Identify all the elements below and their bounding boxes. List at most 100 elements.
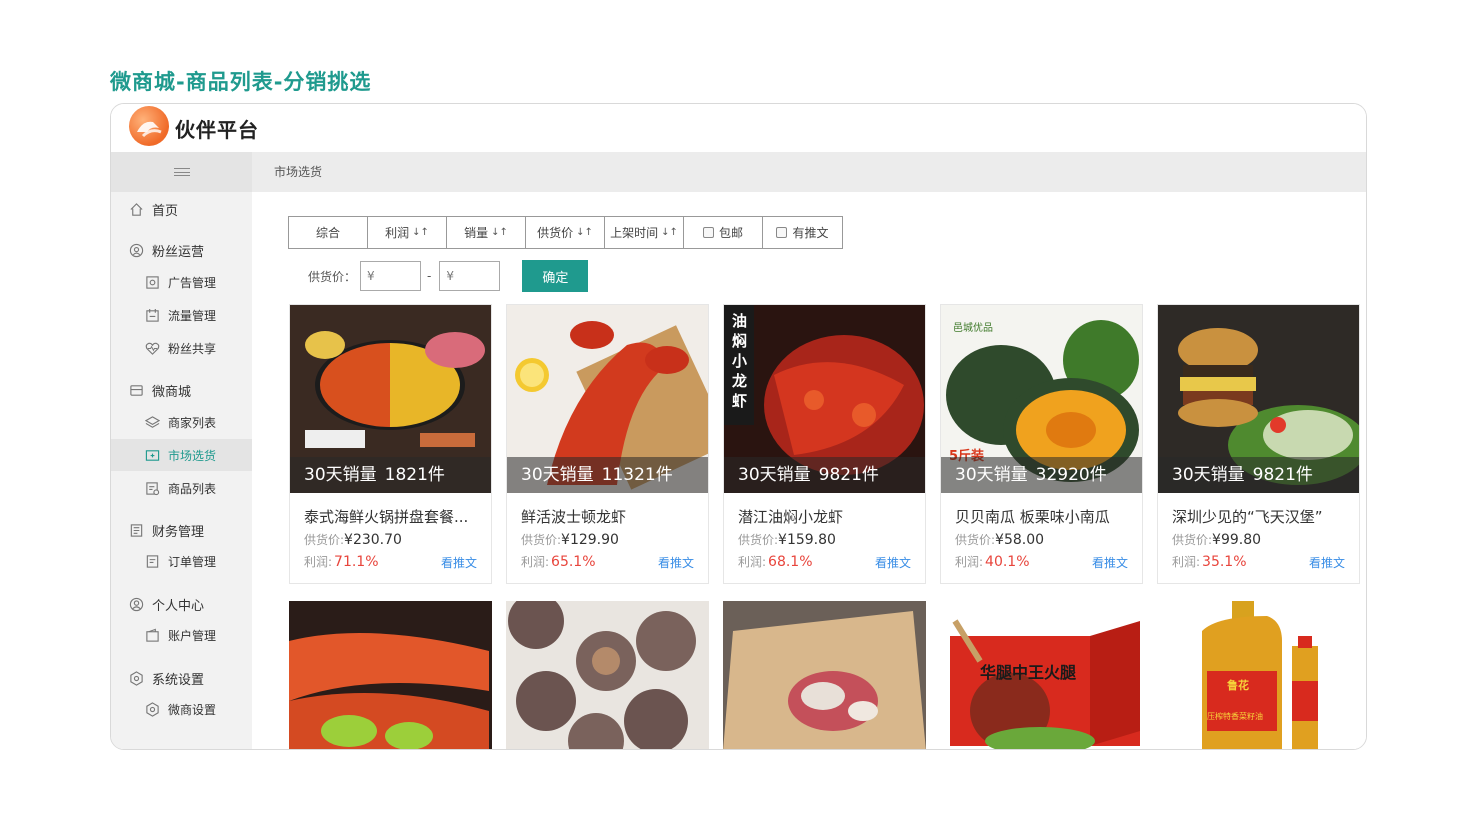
product-card[interactable]: 油焖小龙虾 30天销量 9821件 潜江油焖小龙虾 供货价:¥159.80 利润:… bbox=[723, 304, 926, 584]
sidebar-item-label: 流量管理 bbox=[168, 308, 217, 323]
sidebar-item-shop-settings[interactable]: 微商设置 bbox=[111, 693, 252, 725]
sort-arrows-icon: ↓↑ bbox=[491, 227, 508, 238]
sort-profit-button[interactable]: 利润 ↓↑ bbox=[368, 217, 447, 248]
product-name: 潜江油焖小龙虾 bbox=[738, 508, 844, 526]
sidebar-item-traffic[interactable]: 流量管理 bbox=[111, 299, 252, 331]
sales-value: 9821件 bbox=[818, 465, 879, 485]
sort-time-button[interactable]: 上架时间 ↓↑ bbox=[605, 217, 684, 248]
product-card[interactable]: 30天销量 1821件 泰式海鲜火锅拼盘套餐... 供货价:¥230.70 利润:… bbox=[289, 304, 492, 584]
sidebar: 首页 粉丝运营 广告管理 流量管理 粉丝共享 微商城 商家列表 市场选货 商品列… bbox=[111, 152, 252, 749]
price-value: ¥159.80 bbox=[778, 532, 836, 548]
product-name: 泰式海鲜火锅拼盘套餐... bbox=[304, 508, 469, 526]
layers-icon bbox=[145, 415, 160, 428]
sales-label: 30天销量 bbox=[1172, 465, 1245, 485]
checkbox-label: 有推文 bbox=[792, 226, 829, 240]
view-promo-link[interactable]: 看推文 bbox=[1092, 554, 1128, 571]
min-price-input[interactable]: ¥ bbox=[360, 261, 422, 291]
product-card[interactable] bbox=[506, 601, 709, 749]
image-brand-text: 邑城优品 bbox=[953, 323, 993, 334]
sales-label: 30天销量 bbox=[304, 465, 377, 485]
sidebar-item-goods[interactable]: 商品列表 bbox=[111, 472, 252, 504]
sidebar-item-settings[interactable]: 系统设置 bbox=[111, 662, 252, 694]
price-value: ¥129.90 bbox=[561, 532, 619, 548]
profit-value: 71.1% bbox=[334, 554, 379, 570]
sidebar-item-fans-share[interactable]: 粉丝共享 bbox=[111, 332, 252, 364]
profit-label: 利润: bbox=[521, 555, 550, 569]
profit-label: 利润: bbox=[955, 555, 984, 569]
sidebar-item-label: 商家列表 bbox=[168, 415, 217, 430]
view-promo-link[interactable]: 看推文 bbox=[441, 554, 477, 571]
product-card[interactable]: 30天销量 11321件 鲜活波士顿龙虾 供货价:¥129.90 利润: 65.1%… bbox=[506, 304, 709, 584]
sidebar-item-fans[interactable]: 粉丝运营 bbox=[111, 234, 252, 266]
product-image bbox=[289, 601, 492, 749]
profit-label: 利润: bbox=[738, 555, 767, 569]
main-content: 综合 利润 ↓↑ 销量 ↓↑ 供货价 ↓↑ 上架时间 ↓↑ 包邮 有推文 供货价： ¥ … bbox=[267, 192, 1366, 749]
sales-value: 32920件 bbox=[1035, 465, 1107, 485]
price-label: 供货价: bbox=[955, 533, 996, 547]
sidebar-item-finance[interactable]: 财务管理 bbox=[111, 514, 252, 546]
sidebar-item-home[interactable]: 首页 bbox=[111, 193, 252, 225]
sales-value: 11321件 bbox=[601, 465, 673, 485]
sidebar-item-label: 微商设置 bbox=[168, 702, 217, 717]
sidebar-item-market[interactable]: 市场选货 bbox=[111, 439, 252, 471]
view-promo-link[interactable]: 看推文 bbox=[658, 554, 694, 571]
sort-bar: 综合 利润 ↓↑ 销量 ↓↑ 供货价 ↓↑ 上架时间 ↓↑ 包邮 有推文 bbox=[288, 216, 843, 249]
free-shipping-checkbox[interactable]: 包邮 bbox=[684, 217, 763, 248]
brand-name: 伙伴平台 bbox=[175, 118, 259, 142]
product-card[interactable] bbox=[723, 601, 926, 749]
checkbox-icon bbox=[776, 227, 788, 238]
sidebar-item-label: 商品列表 bbox=[168, 481, 217, 496]
sort-sales-button[interactable]: 销量 ↓↑ bbox=[447, 217, 526, 248]
sort-arrows-icon: ↓↑ bbox=[412, 227, 429, 238]
top-bar: 伙伴平台 bbox=[111, 104, 1366, 152]
wallet-icon bbox=[146, 628, 159, 642]
sort-all-button[interactable]: 综合 bbox=[289, 217, 368, 248]
sidebar-item-merchants[interactable]: 商家列表 bbox=[111, 406, 252, 438]
product-name: 贝贝南瓜 板栗味小南瓜 bbox=[955, 508, 1110, 526]
sidebar-item-label: 个人中心 bbox=[152, 598, 205, 614]
sidebar-item-label: 订单管理 bbox=[168, 554, 217, 569]
profit-label: 利润: bbox=[304, 555, 333, 569]
image-oil-label: 压榨特香菜籽油 bbox=[1207, 712, 1263, 721]
price-value: ¥230.70 bbox=[344, 532, 402, 548]
sidebar-item-label: 首页 bbox=[152, 203, 179, 219]
view-promo-link[interactable]: 看推文 bbox=[1309, 554, 1345, 571]
sidebar-item-profile[interactable]: 个人中心 bbox=[111, 588, 252, 620]
sales-label: 30天销量 bbox=[738, 465, 811, 485]
sidebar-item-micro-shop[interactable]: 微商城 bbox=[111, 374, 252, 406]
max-price-input[interactable]: ¥ bbox=[439, 261, 501, 291]
confirm-button[interactable]: 确定 bbox=[522, 260, 589, 292]
product-card[interactable]: 华腿中王火腿 bbox=[940, 601, 1143, 749]
sidebar-item-label: 账户管理 bbox=[168, 628, 217, 643]
sort-label: 供货价 bbox=[537, 226, 574, 240]
price-label: 供货价: bbox=[304, 533, 345, 547]
product-card[interactable]: 鲁花 压榨特香菜籽油 bbox=[1157, 601, 1360, 749]
product-card[interactable] bbox=[289, 601, 492, 749]
product-image bbox=[506, 601, 709, 749]
sort-label: 综合 bbox=[315, 226, 340, 240]
product-card[interactable]: 邑城优品 5斤装 30天销量32920件 贝贝南瓜 板栗味小南瓜 供货价:¥58… bbox=[940, 304, 1143, 584]
sidebar-item-orders[interactable]: 订单管理 bbox=[111, 545, 252, 577]
sales-overlay: 30天销量 1821件 bbox=[290, 457, 491, 493]
ad-icon bbox=[146, 275, 159, 289]
sidebar-item-account[interactable]: 账户管理 bbox=[111, 619, 252, 651]
sidebar-item-ads[interactable]: 广告管理 bbox=[111, 266, 252, 298]
sort-price-button[interactable]: 供货价 ↓↑ bbox=[526, 217, 605, 248]
menu-toggle-button[interactable] bbox=[111, 152, 252, 192]
brand-logo-icon bbox=[129, 106, 169, 146]
profit-value: 68.1% bbox=[768, 554, 813, 570]
image-caption: 油焖小龙虾 bbox=[732, 312, 748, 410]
product-name: 深圳少见的“飞天汉堡” bbox=[1172, 508, 1323, 526]
checkbox-icon bbox=[702, 227, 714, 238]
product-name: 鲜活波士顿龙虾 bbox=[521, 508, 627, 526]
fans-icon bbox=[129, 243, 144, 257]
sales-overlay: 30天销量 9821件 bbox=[724, 457, 925, 493]
sales-label: 30天销量 bbox=[521, 465, 594, 485]
has-promo-checkbox[interactable]: 有推文 bbox=[763, 217, 842, 248]
view-promo-link[interactable]: 看推文 bbox=[875, 554, 911, 571]
product-card[interactable]: 30天销量 9821件 深圳少见的“飞天汉堡” 供货价:¥99.80 利润: 35.… bbox=[1157, 304, 1360, 584]
user-icon bbox=[129, 597, 144, 611]
sort-label: 上架时间 bbox=[610, 226, 659, 240]
price-filter: 供货价： ¥ - ¥ 确定 bbox=[308, 260, 589, 292]
sales-overlay: 30天销量 32920件 bbox=[941, 457, 1142, 493]
